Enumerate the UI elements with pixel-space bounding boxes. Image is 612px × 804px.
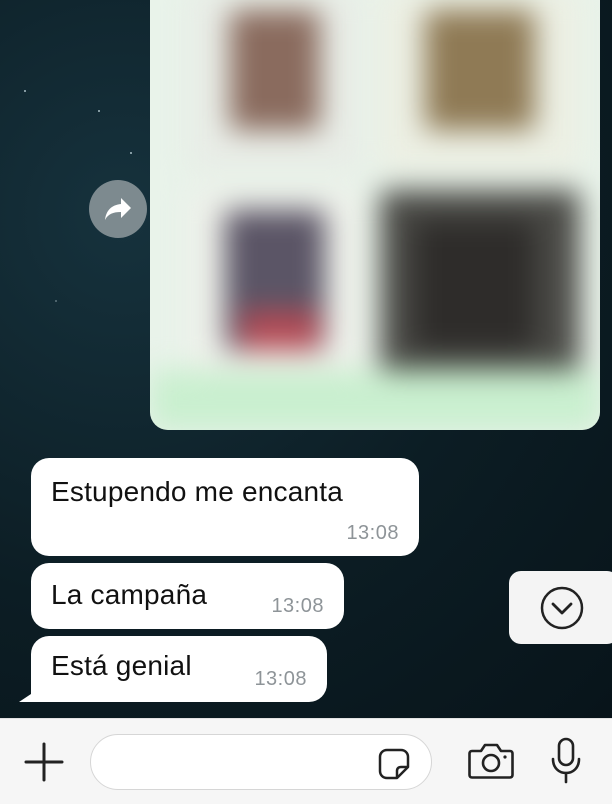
- background-dot: [130, 152, 132, 154]
- camera-button[interactable]: [467, 741, 515, 781]
- message-composer: [0, 718, 612, 804]
- mic-button[interactable]: [549, 737, 583, 785]
- microphone-icon: [551, 737, 581, 784]
- scroll-to-bottom-button[interactable]: [509, 571, 612, 644]
- background-dot: [24, 90, 26, 92]
- message-time: 13:08: [346, 522, 399, 544]
- message-input-container[interactable]: [90, 734, 432, 790]
- attach-button[interactable]: [24, 742, 64, 782]
- chevron-down-icon: [540, 586, 584, 629]
- sticker-button[interactable]: [377, 747, 411, 781]
- message-bubble[interactable]: Estupendo me encanta 13:08: [31, 458, 419, 556]
- message-input[interactable]: [109, 743, 373, 783]
- image-message[interactable]: [150, 0, 600, 430]
- message-text: Estupendo me encanta: [51, 476, 343, 507]
- sticker-icon: [378, 748, 410, 780]
- forward-icon: [105, 198, 131, 220]
- message-bubble[interactable]: Está genial 13:08: [19, 636, 327, 702]
- message-time: 13:08: [271, 595, 324, 617]
- background-dot: [98, 110, 100, 112]
- message-text: Está genial: [51, 650, 192, 681]
- camera-icon: [468, 743, 514, 779]
- chat-area[interactable]: Estupendo me encanta 13:08 La campaña 13…: [0, 0, 612, 718]
- plus-icon: [24, 742, 64, 782]
- bubble-tail: [19, 686, 43, 702]
- message-bubble[interactable]: La campaña 13:08: [31, 563, 344, 629]
- blurred-image: [150, 0, 600, 430]
- background-dot: [55, 300, 57, 302]
- forward-button[interactable]: [89, 180, 147, 238]
- message-time: 13:08: [254, 668, 307, 690]
- message-text: La campaña: [51, 579, 208, 610]
